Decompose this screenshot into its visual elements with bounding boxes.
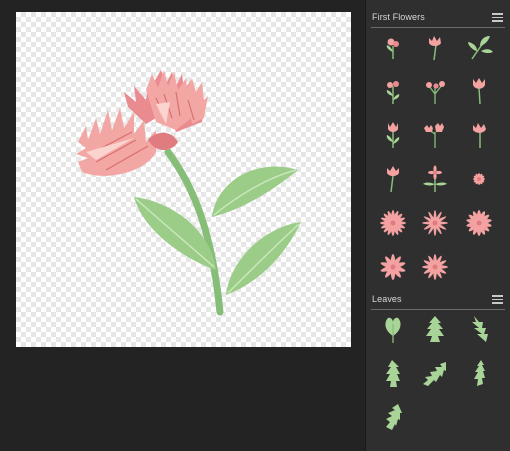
document-canvas[interactable] (16, 12, 351, 347)
canvas-area (0, 0, 363, 451)
leaf-fern-tall-icon[interactable] (464, 314, 494, 344)
leaf-fern-small-icon[interactable] (378, 402, 408, 432)
flower-stem-trio-icon[interactable] (420, 76, 450, 106)
flower-tulip-tall-icon[interactable] (464, 76, 494, 106)
assets-panel: First Flowers Leaves (365, 0, 510, 451)
flower-bud-double-icon[interactable] (420, 120, 450, 150)
menu-icon[interactable] (492, 13, 503, 22)
flower-daisy-small-icon[interactable] (464, 164, 494, 194)
flower-daisy-large-icon[interactable] (378, 208, 408, 238)
flower-daisy-round-icon[interactable] (378, 252, 408, 282)
first-flowers-title: First Flowers (372, 12, 425, 22)
leaves-title: Leaves (372, 294, 402, 304)
leaf-fern-curved-icon[interactable] (420, 358, 450, 388)
flower-tulip-leaves-icon[interactable] (378, 120, 408, 150)
flower-tulip-single-icon[interactable] (420, 32, 450, 62)
flower-daisy-star-icon[interactable] (420, 208, 450, 238)
menu-icon[interactable] (492, 295, 503, 304)
leaves-header: Leaves (371, 291, 505, 310)
leaf-fern-slim-icon[interactable] (464, 358, 494, 388)
flower-artwork (76, 70, 301, 316)
flower-bud-cluster-icon[interactable] (378, 76, 408, 106)
flower-daisy-stem-icon[interactable] (420, 164, 450, 194)
leaf-fern-broad-icon[interactable] (378, 358, 408, 388)
leaf-heart-icon[interactable] (378, 314, 408, 344)
flower-daisy-wide-icon[interactable] (464, 208, 494, 238)
flower-bud-pair-icon[interactable] (378, 32, 408, 62)
flower-daisy-pointed-icon[interactable] (420, 252, 450, 282)
flower-tulip-bloom-icon[interactable] (464, 120, 494, 150)
leaf-sprig-icon[interactable] (464, 32, 494, 62)
flower-tulip-stem-icon[interactable] (378, 164, 408, 194)
first-flowers-header: First Flowers (371, 9, 505, 28)
leaf-fern-upright-icon[interactable] (420, 314, 450, 344)
